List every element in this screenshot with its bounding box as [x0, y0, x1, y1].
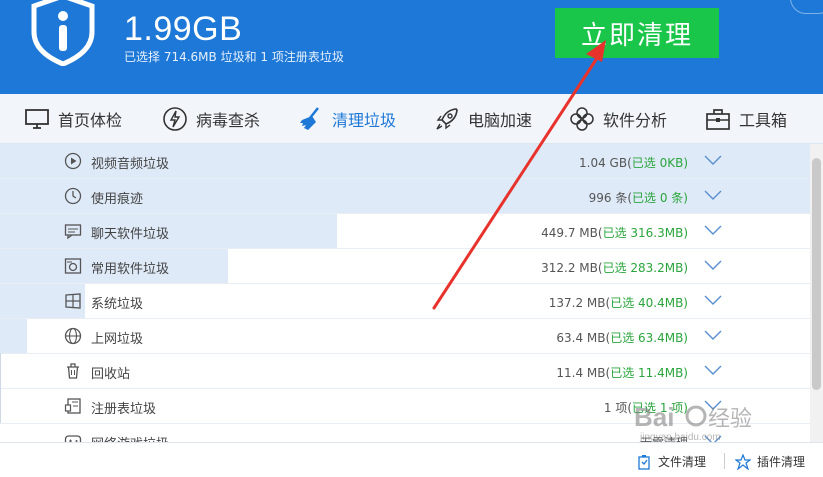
selected-size: 已选 0 条): [632, 191, 688, 205]
chevron-down-icon[interactable]: [704, 224, 722, 236]
chevron-down-icon[interactable]: [704, 399, 722, 411]
chevron-down-icon[interactable]: [704, 364, 722, 376]
file-clean-icon: [638, 454, 650, 470]
category-label: 网络游戏垃圾: [91, 433, 169, 442]
scrollbar-thumb[interactable]: [812, 158, 821, 390]
category-label: 常用软件垃圾: [91, 262, 170, 277]
junk-category-row[interactable]: 回收站 11.4 MB(已选 11.4MB): [0, 354, 810, 389]
selected-size: 已选 316.3MB): [602, 226, 688, 240]
tab-speed-up[interactable]: 电脑加速: [434, 94, 532, 144]
chevron-down-icon[interactable]: [704, 154, 722, 166]
chat-icon: [64, 224, 82, 240]
category-size: 312.2 MB(已选 283.2MB): [541, 259, 688, 276]
plugin-clean-icon: [735, 453, 751, 470]
junk-category-row[interactable]: 系统垃圾 137.2 MB(已选 40.4MB): [0, 284, 810, 319]
tab-label: 工具箱: [739, 111, 788, 130]
app-window: 1.99GB 已选择 714.6MB 垃圾和 1 项注册表垃圾 立即清理 首页体…: [0, 0, 823, 477]
plugin-clean-label: 插件清理: [757, 455, 806, 469]
junk-category-list: 视频音频垃圾 1.04 GB(已选 0KB) 使用痕迹 996 条(已选 0 条) 聊天…: [0, 144, 810, 442]
tab-label: 病毒查杀: [196, 111, 261, 130]
toolbox-icon: [706, 109, 730, 130]
play-icon: [64, 152, 82, 170]
registry-icon: [64, 398, 81, 414]
chevron-down-icon[interactable]: [704, 434, 722, 442]
broom-icon: [300, 107, 319, 130]
category-label: 系统垃圾: [91, 297, 144, 312]
globe-icon: [64, 327, 82, 345]
category-label: 使用痕迹: [91, 192, 144, 207]
junk-category-row[interactable]: 常用软件垃圾 312.2 MB(已选 283.2MB): [0, 249, 810, 284]
tab-toolbox[interactable]: 工具箱: [705, 94, 787, 144]
category-label: 聊天软件垃圾: [91, 227, 170, 242]
monitor-icon: [25, 109, 49, 129]
total-size: 1.04 GB(: [579, 156, 632, 170]
total-size: 996 条(: [588, 191, 633, 205]
total-junk-size: 1.99GB: [124, 10, 243, 48]
tab-software-analysis[interactable]: 软件分析: [569, 94, 667, 144]
selected-size: 已选 1 项): [632, 401, 688, 415]
header-banner: 1.99GB 已选择 714.6MB 垃圾和 1 项注册表垃圾 立即清理: [0, 0, 823, 94]
category-size: 1 项(已选 1 项): [604, 399, 688, 416]
chevron-down-icon[interactable]: [704, 329, 722, 341]
category-size: 无需清理: [640, 434, 688, 442]
junk-category-row[interactable]: 聊天软件垃圾 449.7 MB(已选 316.3MB): [0, 214, 810, 249]
file-clean-link[interactable]: 文件清理: [636, 453, 706, 470]
chevron-down-icon[interactable]: [704, 259, 722, 271]
gamepad-icon: [64, 435, 82, 442]
tab-virus-scan[interactable]: 病毒查杀: [162, 94, 260, 144]
footer-bar: 文件清理 插件清理: [0, 442, 823, 477]
category-size: 996 条(已选 0 条): [589, 189, 688, 206]
clock-icon: [64, 187, 82, 205]
window-menu-button[interactable]: [790, 0, 823, 14]
selected-size: 已选 63.4MB): [610, 331, 688, 345]
total-size: 1 项(: [603, 401, 633, 415]
category-label: 注册表垃圾: [91, 402, 157, 417]
junk-category-row[interactable]: 上网垃圾 63.4 MB(已选 63.4MB): [0, 319, 810, 354]
clean-now-button[interactable]: 立即清理: [555, 8, 719, 58]
tab-label: 软件分析: [603, 111, 668, 130]
category-size: 11.4 MB(已选 11.4MB): [556, 364, 688, 381]
tab-clean-junk[interactable]: 清理垃圾: [298, 94, 396, 144]
total-size: 449.7 MB(: [541, 226, 603, 240]
total-size: 11.4 MB(: [556, 366, 611, 380]
list-border: [0, 353, 1, 423]
trash-icon: [67, 363, 79, 379]
total-size: 63.4 MB(: [556, 331, 611, 345]
flower-icon: [570, 107, 594, 131]
category-label: 回收站: [91, 367, 131, 382]
category-size: 449.7 MB(已选 316.3MB): [541, 224, 688, 241]
tab-label: 电脑加速: [468, 111, 533, 130]
plugin-clean-link[interactable]: 插件清理: [735, 453, 805, 470]
junk-category-row[interactable]: 注册表垃圾 1 项(已选 1 项): [0, 389, 810, 424]
total-size: 312.2 MB(: [541, 261, 603, 275]
rocket-icon: [436, 108, 458, 130]
junk-category-row[interactable]: 视频音频垃圾 1.04 GB(已选 0KB): [0, 144, 810, 179]
category-size: 1.04 GB(已选 0KB): [579, 154, 688, 171]
tab-label: 首页体检: [58, 111, 123, 130]
category-size: 137.2 MB(已选 40.4MB): [549, 294, 688, 311]
junk-category-row[interactable]: 使用痕迹 996 条(已选 0 条): [0, 179, 810, 214]
shield-logo-icon: [31, 0, 95, 66]
selected-size: 已选 11.4MB): [610, 366, 688, 380]
selected-size: 已选 0KB): [631, 156, 688, 170]
footer-divider: [724, 453, 725, 469]
file-clean-label: 文件清理: [658, 455, 707, 469]
total-size: 137.2 MB(: [548, 296, 611, 310]
category-size: 63.4 MB(已选 63.4MB): [556, 329, 688, 346]
windows-icon: [65, 293, 81, 309]
selection-summary: 已选择 714.6MB 垃圾和 1 项注册表垃圾: [124, 50, 344, 64]
selected-size: 已选 40.4MB): [610, 296, 688, 310]
junk-category-row[interactable]: 网络游戏垃圾 无需清理: [0, 424, 810, 442]
tab-home-checkup[interactable]: 首页体检: [24, 94, 122, 144]
chevron-down-icon[interactable]: [704, 189, 722, 201]
disk-icon: [64, 258, 82, 274]
tab-label: 清理垃圾: [332, 111, 397, 130]
category-label: 上网垃圾: [91, 332, 144, 347]
selected-size: 已选 283.2MB): [602, 261, 688, 275]
lightning-icon: [163, 107, 187, 131]
chevron-down-icon[interactable]: [704, 294, 722, 306]
size-proportion-bar: [0, 319, 27, 353]
category-label: 视频音频垃圾: [91, 157, 170, 172]
nav-tabs: 首页体检 病毒查杀 清理垃圾 电脑加速 软件分析 工具箱: [0, 94, 823, 144]
